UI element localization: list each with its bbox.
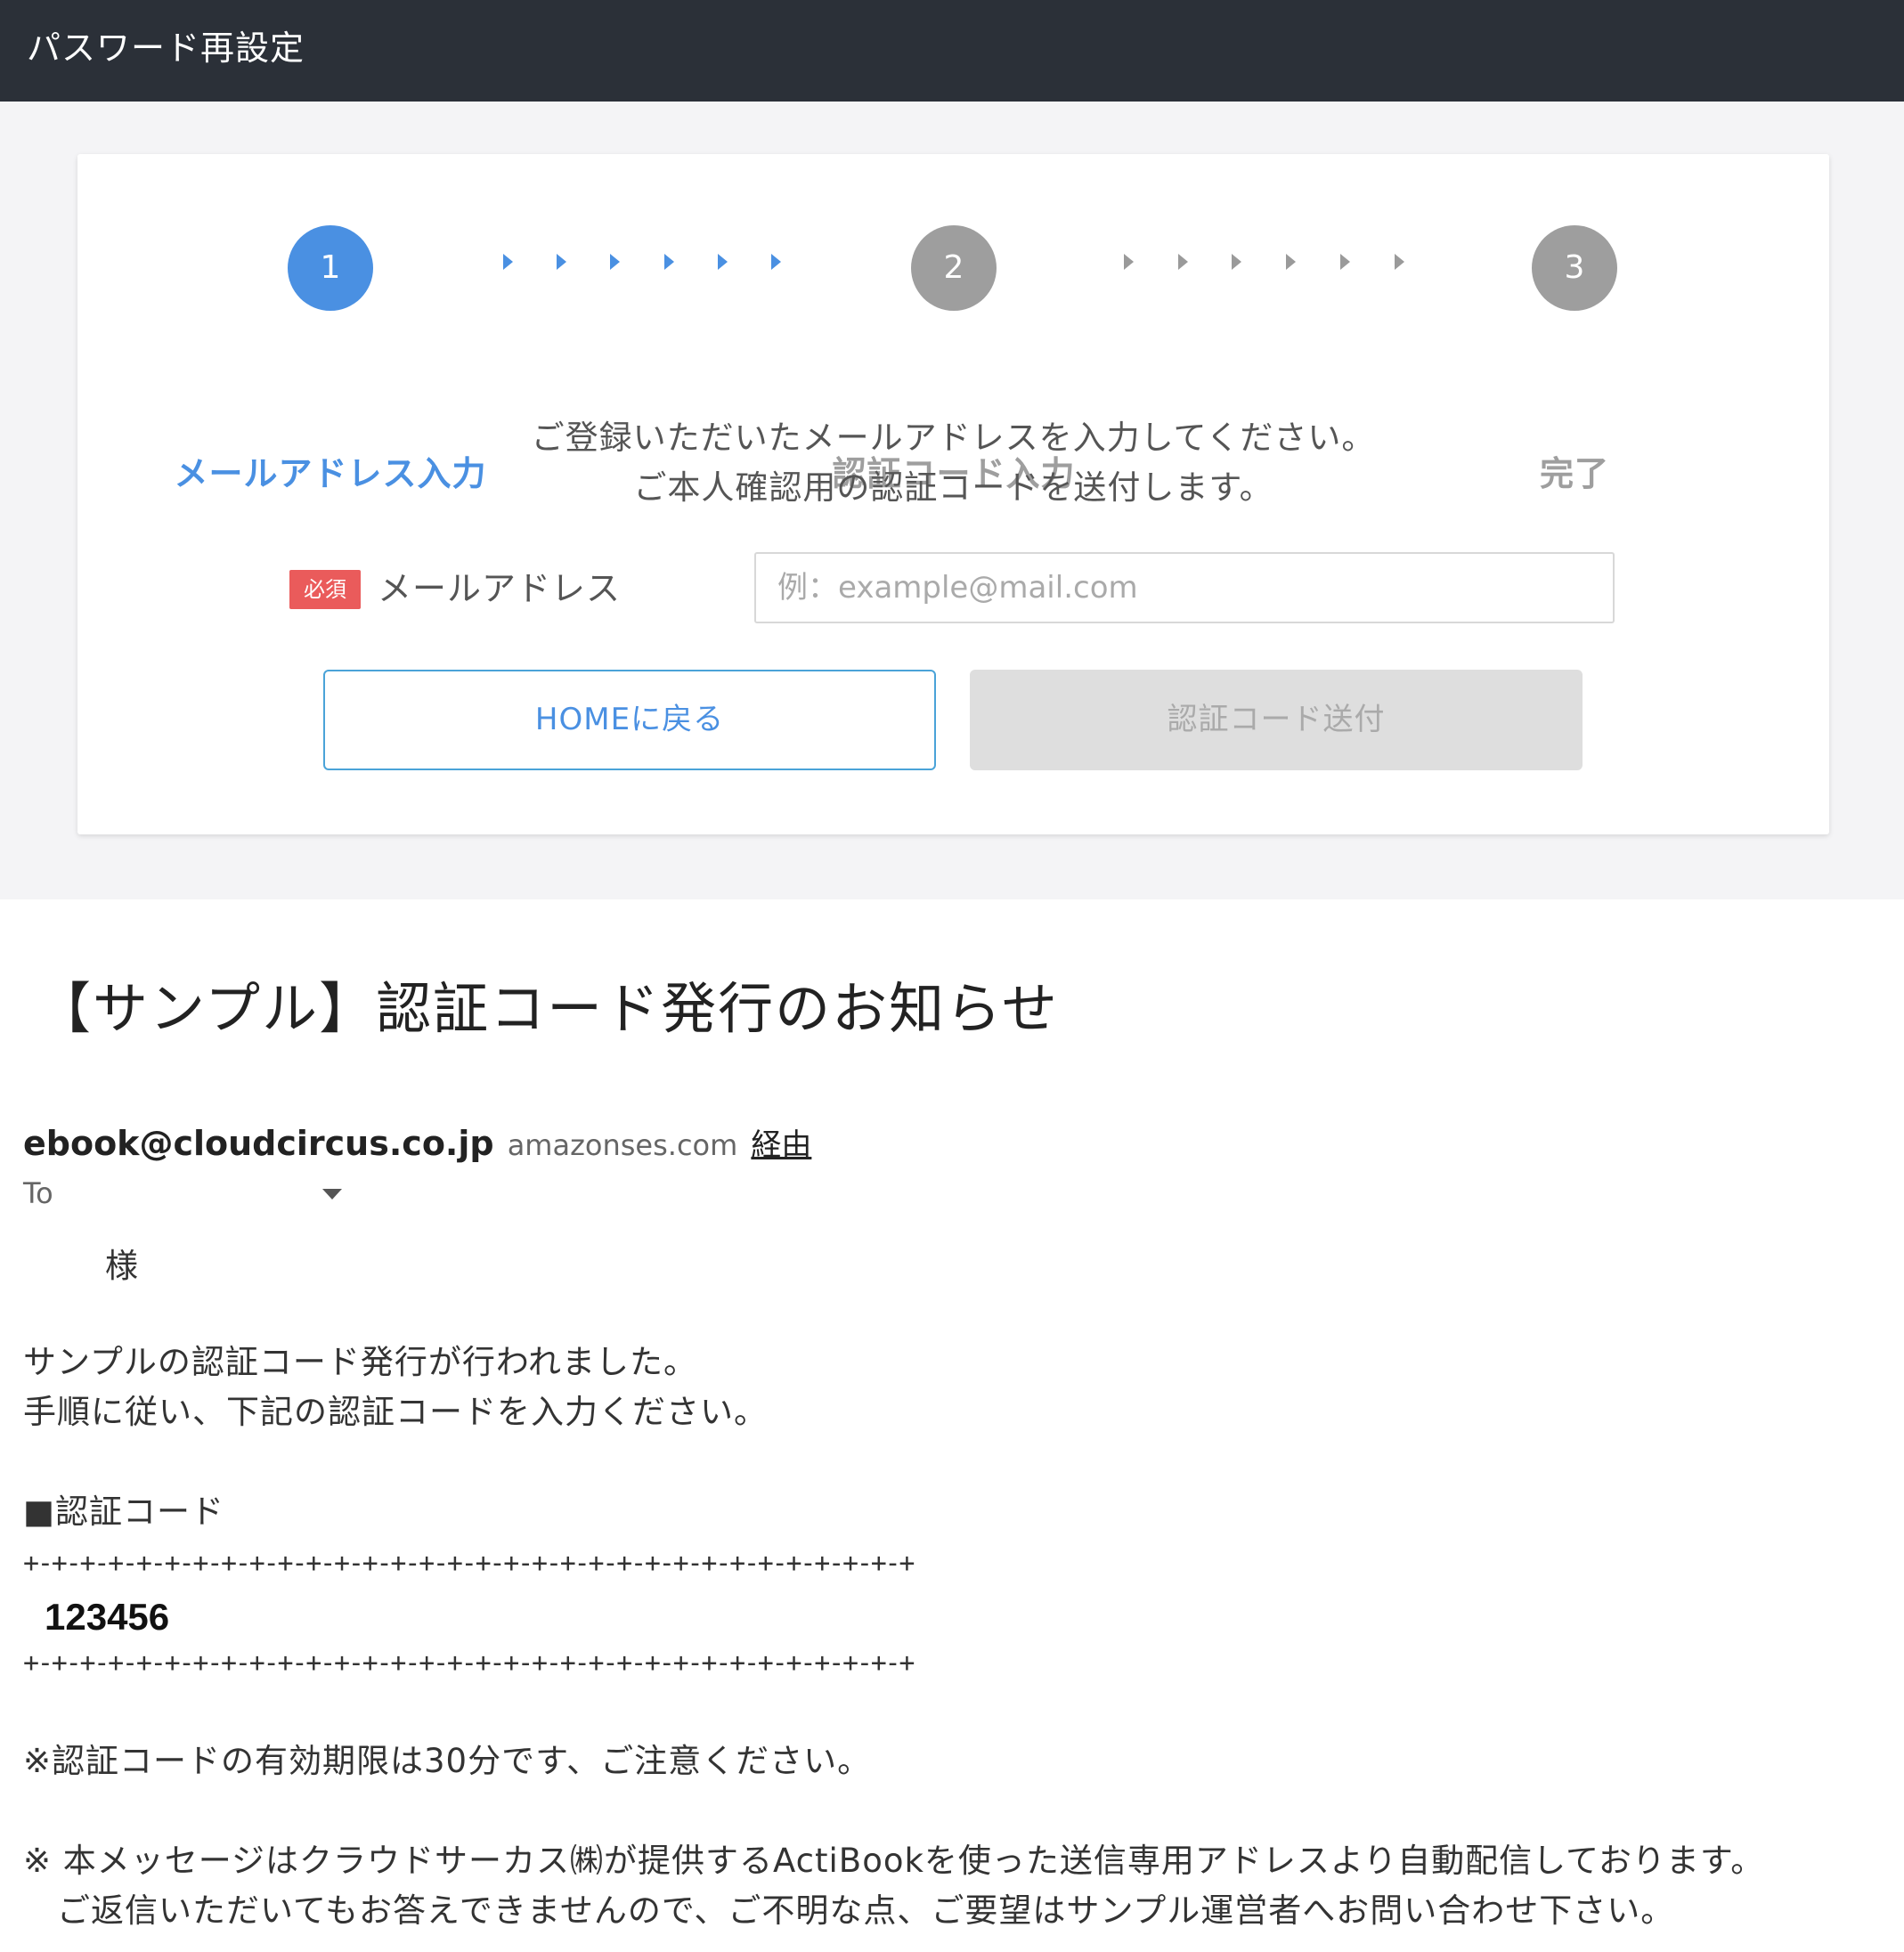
arrow-icon (503, 254, 513, 270)
recipient-dropdown-icon[interactable] (322, 1189, 342, 1200)
arrow-icon (1124, 254, 1134, 270)
email-input[interactable] (754, 552, 1615, 623)
arrow-icon (1232, 254, 1241, 270)
body-line-2: 手順に従い、下記の認証コードを入力ください。 (23, 1393, 768, 1431)
arrow-icon (1286, 254, 1296, 270)
home-button[interactable]: HOMEに戻る (323, 670, 936, 770)
email-sender: ebook@cloudcircus.co.jp amazonses.com 経由 (23, 1118, 811, 1175)
code-divider-bottom: +-+-+-+-+-+-+-+-+-+-+-+-+-+-+-+-+-+-+-+-… (23, 1647, 915, 1679)
sender-via-link[interactable]: 経由 (751, 1127, 811, 1163)
email-label: メールアドレス (378, 569, 622, 608)
sender-address: ebook@cloudcircus.co.jp (23, 1124, 494, 1163)
code-divider-top: +-+-+-+-+-+-+-+-+-+-+-+-+-+-+-+-+-+-+-+-… (23, 1548, 915, 1579)
arrow-icon (557, 254, 566, 270)
instruction-line-1: ご登録いただいたメールアドレスを入力してください。 (531, 419, 1376, 457)
arrow-icon (664, 254, 674, 270)
code-heading: ■認証コード (23, 1492, 224, 1531)
step-arrows-2-3 (1124, 254, 1409, 281)
step-2-circle: 2 (911, 225, 997, 311)
step-3-circle: 3 (1532, 225, 1617, 311)
step-1-circle: 1 (288, 225, 373, 311)
verification-code: 123456 (45, 1596, 170, 1638)
header-bar: パスワード再設定 (0, 0, 1904, 102)
email-subject: 【サンプル】認証コード発行のお知らせ (36, 976, 1059, 1041)
recipient-label: To (23, 1176, 53, 1210)
arrow-icon (1178, 254, 1188, 270)
reset-card: 1 メールアドレス入力 2 認証コード入力 3 完了 ご登録いただいたメールアド… (77, 154, 1829, 834)
validity-note: ※認証コードの有効期限は30分です、ご注意ください。 (23, 1742, 872, 1780)
sender-via-domain: amazonses.com (507, 1128, 738, 1162)
arrow-icon (1340, 254, 1350, 270)
footer-line-2: ご返信いただいてもお答えできませんので、ご不明な点、ご要望はサンプル運営者へお問… (23, 1891, 1675, 1930)
arrow-icon (1395, 254, 1404, 270)
step-arrows-1-2 (503, 254, 788, 281)
body-line-1: サンプルの認証コード発行が行われました。 (23, 1343, 698, 1381)
arrow-icon (771, 254, 781, 270)
required-badge: 必須 (289, 570, 361, 609)
arrow-icon (610, 254, 620, 270)
instruction-line-2: ご本人確認用の認証コードを送付します。 (633, 468, 1273, 507)
page-title: パスワード再設定 (27, 28, 305, 68)
salutation: 様 (105, 1247, 139, 1285)
send-code-button[interactable]: 認証コード送付 (970, 670, 1583, 770)
arrow-icon (718, 254, 728, 270)
footer-line-1: ※ 本メッセージはクラウドサーカス㈱が提供するActiBookを使った送信専用ア… (23, 1842, 1765, 1880)
